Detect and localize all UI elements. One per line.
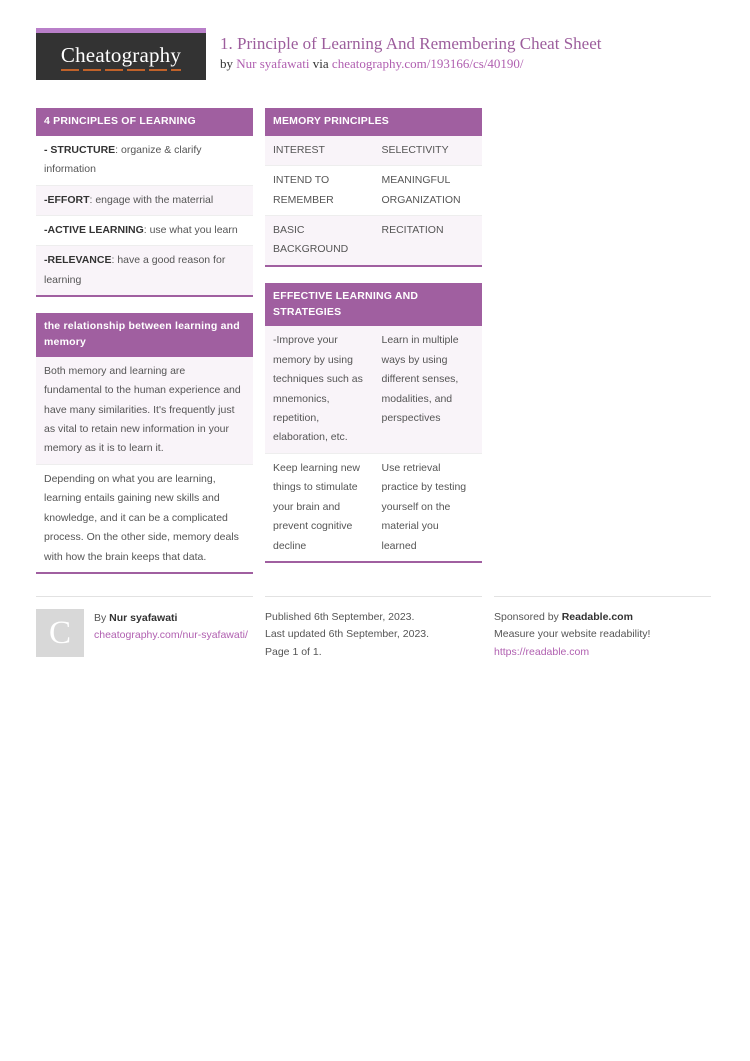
block-title: MEMORY PRINCIPLES xyxy=(265,108,482,136)
block-relationship-learning-memory: the relationship between learning and me… xyxy=(36,313,253,574)
table-cell: -Improve your memory by using techniques… xyxy=(273,334,363,444)
cell-text: : use what you learn xyxy=(143,224,238,237)
table-cell: -RELEVANCE: have a good reason for learn… xyxy=(36,246,253,295)
cheatography-logo[interactable]: Cheatography xyxy=(36,28,206,80)
cheat-sheet-page: Cheatography 1. Principle of Learning An… xyxy=(0,0,750,661)
author-byline: By Nur syafawati xyxy=(94,610,248,627)
table-cell: - STRUCTURE: organize & clarify informat… xyxy=(36,136,253,185)
table-cell: RECITATION xyxy=(381,224,444,237)
table-cell: Learn in multiple ways by using differen… xyxy=(381,334,459,425)
table-row: Both memory and learning are fundamental… xyxy=(36,356,253,465)
avatar: C xyxy=(36,609,84,657)
table-cell: SELECTIVITY xyxy=(381,143,449,156)
table-cell: INTEREST xyxy=(273,143,325,156)
cell-term: - STRUCTURE xyxy=(44,143,116,156)
page-count: Page 1 of 1. xyxy=(265,645,322,658)
byline-via: via xyxy=(309,55,332,71)
cell-term: -ACTIVE LEARNING xyxy=(44,224,144,237)
table-row: -EFFORT: engage with the materrial xyxy=(36,185,253,217)
author-name: Nur syafawati xyxy=(109,612,178,624)
table-row: INTEND TO REMEMBER MEANINGFUL ORGANIZATI… xyxy=(265,166,482,217)
author-block: C By Nur syafawati cheatography.com/nur-… xyxy=(36,609,253,657)
logo-underline-icon xyxy=(60,68,182,71)
cell-text: : engage with the materrial xyxy=(89,193,214,206)
published-date: Published 6th September, 2023. xyxy=(265,611,415,623)
content-columns: 4 PRINCIPLES OF LEARNING - STRUCTURE: or… xyxy=(36,108,714,590)
block-title: the relationship between learning and me… xyxy=(36,313,253,357)
table-cell: -EFFORT: engage with the materrial xyxy=(36,186,253,215)
table-row: -RELEVANCE: have a good reason for learn… xyxy=(36,246,253,296)
block-memory-principles: MEMORY PRINCIPLES INTEREST SELECTIVITY I… xyxy=(265,108,482,267)
updated-date: Last updated 6th September, 2023. xyxy=(265,628,430,641)
right-column: MEMORY PRINCIPLES INTEREST SELECTIVITY I… xyxy=(265,108,482,579)
table-cell: -ACTIVE LEARNING: use what you learn xyxy=(36,216,253,245)
header-text-group: 1. Principle of Learning And Remembering… xyxy=(220,28,601,72)
footer-publish-column: Published 6th September, 2023. Last upda… xyxy=(265,596,482,661)
table-row: Keep learning new things to stimulate yo… xyxy=(265,454,482,561)
table-row: -Improve your memory by using techniques… xyxy=(265,326,482,454)
table-cell: Depending on what you are learning, lear… xyxy=(44,472,239,563)
table-row: Depending on what you are learning, lear… xyxy=(36,465,253,572)
table-cell: BASIC BACKGROUND xyxy=(273,224,349,256)
block-effective-learning-strategies: EFFECTIVE LEARNING AND STRATEGIES -Impro… xyxy=(265,282,482,563)
block-title: 4 PRINCIPLES OF LEARNING xyxy=(36,108,253,136)
author-meta: By Nur syafawati cheatography.com/nur-sy… xyxy=(94,609,248,645)
page-title: 1. Principle of Learning And Remembering… xyxy=(220,34,602,53)
sponsor-prefix: Sponsored by xyxy=(494,611,562,623)
sponsor-name: Readable.com xyxy=(561,611,633,623)
sponsor-tagline: Measure your website readability! xyxy=(494,628,651,641)
sponsor-line: Sponsored by Readable.com xyxy=(494,609,711,626)
footer-sponsor-column: Sponsored by Readable.com Measure your w… xyxy=(494,596,711,661)
page-footer: C By Nur syafawati cheatography.com/nur-… xyxy=(36,596,714,661)
table-row: -ACTIVE LEARNING: use what you learn xyxy=(36,216,253,247)
byline-author-link[interactable]: Nur syafawati xyxy=(236,56,309,71)
block-title: EFFECTIVE LEARNING AND STRATEGIES xyxy=(265,282,482,327)
byline: by Nur syafawati via cheatography.com/19… xyxy=(220,56,601,72)
block-4-principles-of-learning: 4 PRINCIPLES OF LEARNING - STRUCTURE: or… xyxy=(36,108,253,298)
sponsor-link[interactable]: https://readable.com xyxy=(494,644,711,661)
table-cell: INTEND TO REMEMBER xyxy=(273,174,334,206)
byline-prefix: by xyxy=(220,55,237,71)
author-profile-link[interactable]: cheatography.com/nur-syafawati/ xyxy=(94,627,248,644)
logo-wordmark: Cheatography xyxy=(60,43,182,71)
table-row: BASIC BACKGROUND RECITATION xyxy=(265,216,482,265)
table-cell: Use retrieval practice by testing yourse… xyxy=(381,461,467,552)
table-cell: Keep learning new things to stimulate yo… xyxy=(273,461,360,552)
table-row: - STRUCTURE: organize & clarify informat… xyxy=(36,136,253,186)
cell-term: -EFFORT xyxy=(44,193,90,206)
table-row: INTEREST SELECTIVITY xyxy=(265,135,482,167)
page-header: Cheatography 1. Principle of Learning An… xyxy=(36,28,714,90)
table-cell: MEANINGFUL ORGANIZATION xyxy=(381,174,461,206)
footer-author-column: C By Nur syafawati cheatography.com/nur-… xyxy=(36,596,253,657)
author-by-label: By xyxy=(94,612,110,624)
cell-term: -RELEVANCE xyxy=(44,254,112,267)
left-column: 4 PRINCIPLES OF LEARNING - STRUCTURE: or… xyxy=(36,108,253,590)
table-cell: Both memory and learning are fundamental… xyxy=(44,364,241,455)
byline-source-link[interactable]: cheatography.com/193166/cs/40190/ xyxy=(332,56,524,71)
